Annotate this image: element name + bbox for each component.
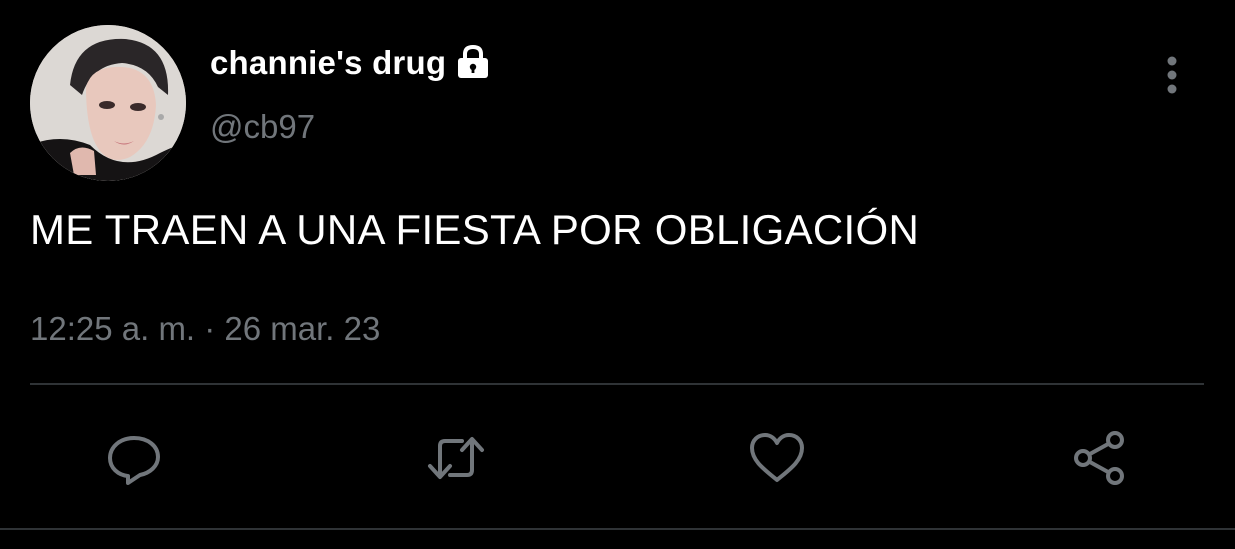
more-vertical-icon xyxy=(1167,56,1177,94)
display-name[interactable]: channie's drug xyxy=(210,44,446,82)
tweet-timestamp[interactable]: 12:25 a. m. · 26 mar. 23 xyxy=(30,310,380,348)
avatar[interactable] xyxy=(30,25,186,181)
tweet-text: ME TRAEN A UNA FIESTA POR OBLIGACIÓN xyxy=(30,206,920,253)
lock-icon xyxy=(454,44,492,82)
more-options-button[interactable] xyxy=(1150,52,1194,96)
profile-photo-image xyxy=(30,25,186,181)
reply-icon xyxy=(108,436,160,485)
divider xyxy=(30,383,1204,385)
like-button[interactable] xyxy=(747,428,807,488)
divider-bottom xyxy=(0,528,1235,530)
user-handle[interactable]: @cb97 xyxy=(210,108,315,146)
reply-button[interactable] xyxy=(104,428,164,488)
retweet-icon xyxy=(428,437,484,479)
share-icon xyxy=(1074,431,1124,485)
heart-icon xyxy=(750,433,804,482)
display-name-row: channie's drug xyxy=(210,38,492,88)
retweet-button[interactable] xyxy=(426,428,486,488)
tweet-detail: channie's drug @cb97 ME TRAEN A UNA FIES… xyxy=(0,0,1235,549)
share-button[interactable] xyxy=(1070,428,1130,488)
